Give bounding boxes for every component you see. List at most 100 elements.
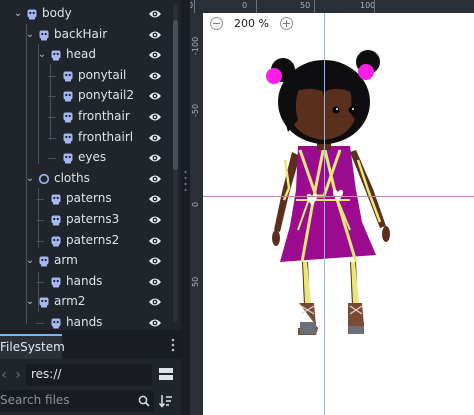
eye-icon[interactable]	[148, 90, 162, 102]
tree-guide-line	[38, 188, 39, 248]
scene-tree-item-label: ponytail	[78, 67, 127, 82]
scene-tree-item-label: paterns2	[66, 232, 120, 247]
tree-guide-line	[48, 158, 56, 160]
zoom-plus-icon[interactable]: +	[280, 17, 293, 30]
bone-node-icon	[62, 111, 74, 123]
bone-node-icon	[50, 317, 62, 329]
zoom-level-label[interactable]: 200 %	[234, 17, 269, 30]
eye-icon[interactable]	[148, 255, 162, 267]
scene-tree-item-label: arm2	[54, 294, 86, 309]
eye-icon[interactable]	[148, 173, 162, 185]
tab-filesystem-label: FileSystem	[0, 340, 65, 354]
sort-icon[interactable]	[158, 394, 173, 408]
scene-tree-item-paterns2[interactable]: paterns2	[0, 231, 181, 251]
bone-node-icon	[62, 90, 74, 102]
ruler-tick	[194, 0, 195, 13]
eye-icon[interactable]	[148, 111, 162, 123]
scene-tree-item-cloths[interactable]: ⌄ cloths	[0, 169, 181, 189]
ruler-tick-label: 100	[360, 1, 376, 10]
search-icon	[138, 395, 150, 407]
bone-node-icon	[62, 132, 74, 144]
bone-node-icon	[38, 296, 50, 308]
scene-tree-item-eyes[interactable]: eyes	[0, 148, 181, 168]
ruler-tick-label: -50	[190, 1, 194, 10]
grip-dots-icon	[184, 170, 187, 192]
ruler-tick-label: 0	[191, 201, 200, 207]
scene-tree-item-label: fronthair	[78, 109, 130, 123]
scene-tree-item-hands[interactable]: hands	[0, 272, 181, 292]
ruler-tick-label: -50	[191, 103, 200, 117]
ruler-tick-label: 50	[300, 1, 311, 10]
y-axis-guide	[324, 13, 325, 415]
bone-node-icon	[62, 152, 74, 164]
x-axis-guide	[203, 196, 474, 197]
scene-tree-item-label: paterns	[66, 191, 112, 206]
dock-tab-bar: FileSystem	[0, 330, 181, 359]
eye-icon[interactable]	[148, 296, 162, 308]
eye-icon[interactable]	[148, 70, 162, 82]
tree-guide-line	[38, 44, 39, 164]
scene-tree-item-arm2[interactable]: ⌄ arm2	[0, 292, 181, 312]
ruler-tick	[256, 0, 257, 13]
zoom-minus-icon[interactable]: −	[210, 17, 223, 30]
scene-tree-item-paterns[interactable]: paterns	[0, 189, 181, 209]
scene-tree-item-paterns3[interactable]: paterns3	[0, 210, 181, 230]
scene-tree-item-fronthairl[interactable]: fronthairl	[0, 128, 181, 148]
bone-node-icon	[50, 235, 62, 247]
chevron-left-icon[interactable]: ‹	[0, 367, 10, 383]
eye-icon[interactable]	[148, 317, 162, 329]
bone-node-icon	[50, 276, 62, 288]
chevron-down-icon[interactable]: ⌄	[13, 8, 23, 20]
eye-icon[interactable]	[148, 276, 162, 288]
scene-tree-item-backHair[interactable]: ⌄ backHair	[0, 25, 181, 45]
eye-icon[interactable]	[148, 152, 162, 164]
filesystem-search-bar: Search files	[0, 388, 181, 414]
tree-guide-line	[36, 323, 44, 324]
tree-guide-line	[50, 64, 51, 140]
dock-split-handle[interactable]	[181, 0, 190, 415]
search-files-placeholder: Search files	[0, 393, 70, 407]
ruler-tick-label: 0	[242, 1, 248, 10]
bone-node-icon	[38, 29, 50, 41]
eye-icon[interactable]	[148, 235, 162, 247]
bone-node-icon	[38, 255, 50, 267]
canvas-viewport[interactable]: -50 0 50 100 -100 -50 0 50 − 200 % +	[190, 0, 474, 415]
path-input-value: res://	[31, 367, 62, 381]
vertical-ruler: -100 -50 0 50	[190, 13, 203, 415]
filesystem-nav-bar: ‹ › res://	[0, 363, 181, 387]
eye-icon[interactable]	[148, 49, 162, 61]
scene-tree-item-ponytail[interactable]: ponytail	[0, 66, 181, 86]
ruler-tick-label: -100	[191, 36, 200, 55]
bone-node-icon	[50, 49, 62, 61]
scene-tree-item-ponytail2[interactable]: ponytail2	[0, 86, 181, 106]
eye-icon[interactable]	[148, 132, 162, 144]
character-sprite[interactable]	[190, 0, 474, 415]
scene-tree-item-arm[interactable]: ⌄ arm	[0, 251, 181, 271]
scene-tree-item-label: body	[42, 6, 72, 20]
eye-icon[interactable]	[148, 214, 162, 226]
split-layout-icon[interactable]	[159, 367, 173, 381]
scene-tree-item-head[interactable]: ⌄ head	[0, 45, 181, 65]
node2d-circle-icon	[38, 173, 50, 185]
tab-filesystem[interactable]: FileSystem	[0, 334, 65, 359]
scene-tree-item-fronthair[interactable]: fronthair	[0, 107, 181, 127]
eye-icon[interactable]	[148, 8, 162, 20]
chevron-right-icon[interactable]: ›	[12, 367, 24, 383]
filesystem-dock: FileSystem ‹ › res:// Search files	[0, 330, 181, 415]
bone-node-icon	[26, 8, 38, 20]
scene-tree-item-label: fronthairl	[78, 129, 134, 144]
bone-node-icon	[62, 70, 74, 82]
scene-tree-item-body[interactable]: ⌄ body	[0, 4, 181, 24]
scene-tree-item-label: arm	[54, 253, 78, 268]
vertical-dots-icon[interactable]	[170, 338, 176, 352]
scene-tree-item-label: paterns3	[66, 212, 120, 226]
path-input[interactable]: res://	[26, 364, 152, 386]
eye-icon[interactable]	[148, 29, 162, 41]
tree-guide-line	[38, 272, 39, 312]
search-files-input[interactable]: Search files	[0, 390, 154, 412]
scene-tree-item-hands[interactable]: hands	[0, 313, 181, 330]
eye-icon[interactable]	[148, 193, 162, 205]
scene-tree-item-label: hands	[66, 273, 103, 288]
scene-tree-item-label: backHair	[54, 26, 108, 41]
ruler-tick	[374, 0, 375, 13]
